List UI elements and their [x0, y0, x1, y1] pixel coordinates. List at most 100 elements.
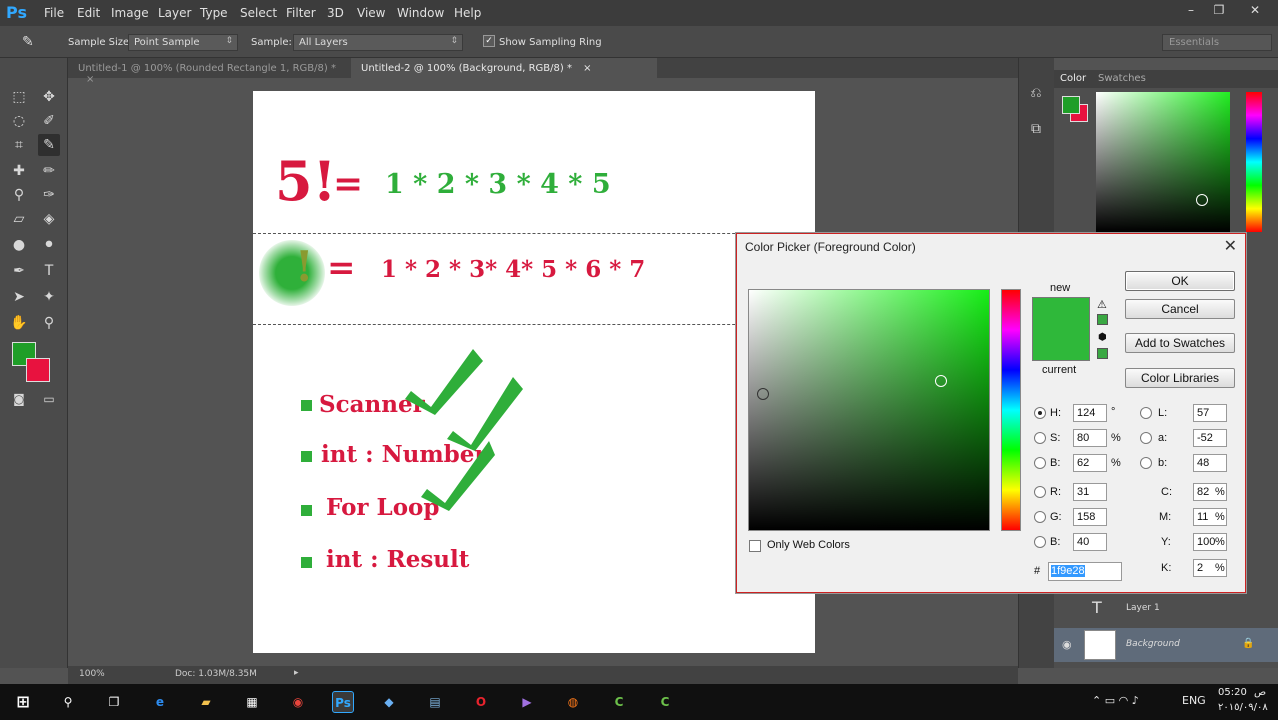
tab-untitled-1[interactable]: Untitled-1 @ 100% (Rounded Rectangle 1, … [68, 58, 351, 85]
close-icon[interactable]: × [86, 74, 94, 85]
ok-button[interactable]: OK [1125, 271, 1235, 291]
close-icon[interactable]: ✕ [1244, 3, 1266, 19]
screen-mode-icon[interactable]: ▭ [38, 388, 60, 410]
media-icon[interactable]: ▶ [516, 691, 538, 713]
menu-layer[interactable]: Layer [158, 6, 191, 20]
web-swatch[interactable] [1097, 348, 1108, 359]
store-icon[interactable]: ▦ [241, 691, 263, 713]
l-field[interactable]: 57 [1193, 404, 1227, 422]
panel-foreground-swatch[interactable] [1062, 96, 1080, 114]
quick-select-icon[interactable]: ✐ [38, 110, 60, 132]
lab-b-field[interactable]: 48 [1193, 454, 1227, 472]
tab-color[interactable]: Color [1060, 73, 1086, 84]
gamut-warning-icon[interactable]: ⚠ [1097, 298, 1107, 311]
lab-b-radio[interactable] [1140, 457, 1152, 469]
show-ring-checkbox[interactable]: ✓ [483, 35, 495, 47]
chrome-icon[interactable]: ◉ [287, 691, 309, 713]
color-libraries-button[interactable]: Color Libraries [1125, 368, 1235, 388]
gamut-swatch[interactable] [1097, 314, 1108, 325]
add-to-swatches-button[interactable]: Add to Swatches [1125, 333, 1235, 353]
a-field[interactable]: -52 [1193, 429, 1227, 447]
windows-start-icon[interactable]: ⊞ [12, 691, 34, 713]
menu-file[interactable]: File [44, 6, 64, 20]
visibility-eye-icon[interactable]: ◉ [1062, 638, 1072, 651]
workspace-select[interactable]: Essentials [1162, 34, 1272, 51]
a-radio[interactable] [1140, 432, 1152, 444]
menu-window[interactable]: Window [397, 6, 444, 20]
menu-help[interactable]: Help [454, 6, 481, 20]
opera-icon[interactable]: O [470, 691, 492, 713]
web-cube-icon[interactable]: ⬢ [1098, 332, 1107, 343]
virtualbox-icon[interactable]: ◆ [378, 691, 400, 713]
hand-icon[interactable]: ✋ [8, 312, 30, 334]
marquee-selection[interactable]: ! = 1 * 2 * 3* 4* 5 * 6 * 7 [253, 233, 815, 325]
marquee-icon[interactable]: ⬚ [8, 86, 30, 108]
color-marker[interactable] [757, 388, 769, 400]
r-field[interactable]: 31 [1073, 483, 1107, 501]
close-icon[interactable]: ✕ [1224, 236, 1237, 256]
type-icon[interactable]: T [38, 260, 60, 282]
rgb-b-radio[interactable] [1034, 536, 1046, 548]
brush-icon[interactable]: ✏ [38, 160, 60, 182]
color-marker[interactable] [1196, 194, 1208, 206]
app-icon[interactable]: ▤ [424, 691, 446, 713]
properties-icon[interactable]: ⧉ [1025, 118, 1047, 140]
sample-select[interactable]: All Layers ⇕ [293, 34, 463, 51]
camtasia-recorder-icon[interactable]: C [654, 691, 676, 713]
menu-3d[interactable]: 3D [327, 6, 344, 20]
h-radio[interactable] [1034, 407, 1046, 419]
restore-icon[interactable]: ❐ [1208, 3, 1230, 19]
blur-icon[interactable]: ● [8, 234, 30, 256]
g-field[interactable]: 158 [1073, 508, 1107, 526]
stamp-icon[interactable]: ⚲ [8, 184, 30, 206]
history-icon[interactable]: ⎌ [1025, 82, 1047, 104]
tab-untitled-2[interactable]: Untitled-2 @ 100% (Background, RGB/8) * … [351, 58, 657, 78]
tab-swatches[interactable]: Swatches [1098, 73, 1146, 84]
paint-bucket-icon[interactable]: ◈ [38, 208, 60, 230]
shape-icon[interactable]: ✦ [38, 286, 60, 308]
clock-time[interactable]: 05:20 [1218, 687, 1247, 698]
b-radio[interactable] [1034, 457, 1046, 469]
r-radio[interactable] [1034, 486, 1046, 498]
move-icon[interactable]: ✥ [38, 86, 60, 108]
eraser-icon[interactable]: ▱ [8, 208, 30, 230]
menu-edit[interactable]: Edit [77, 6, 100, 20]
h-field[interactable]: 124 [1073, 404, 1107, 422]
only-web-colors-checkbox[interactable] [749, 540, 761, 552]
hue-slider[interactable] [1001, 289, 1021, 531]
l-radio[interactable] [1140, 407, 1152, 419]
lasso-icon[interactable]: ◌ [8, 110, 30, 132]
s-radio[interactable] [1034, 432, 1046, 444]
document-canvas[interactable]: 5! = 1 * 2 * 3 * 4 * 5 ! = 1 * 2 * 3* 4*… [253, 91, 815, 653]
cancel-button[interactable]: Cancel [1125, 299, 1235, 319]
play-icon[interactable]: ▸ [294, 668, 299, 678]
task-view-icon[interactable]: ❐ [103, 691, 125, 713]
edge-icon[interactable]: e [149, 691, 171, 713]
dodge-icon[interactable]: ⚫ [38, 234, 60, 256]
search-icon[interactable]: ⚲ [57, 691, 79, 713]
history-brush-icon[interactable]: ✑ [38, 184, 60, 206]
eyedropper-icon[interactable]: ✎ [22, 34, 34, 50]
eyedropper-icon[interactable]: ✎ [38, 134, 60, 156]
rgb-b-field[interactable]: 40 [1073, 533, 1107, 551]
quick-mask-icon[interactable]: ◙ [8, 388, 30, 410]
g-radio[interactable] [1034, 511, 1046, 523]
color-field[interactable] [1096, 92, 1230, 232]
color-marker[interactable] [935, 375, 947, 387]
crop-icon[interactable]: ⌗ [8, 134, 30, 156]
camtasia-icon[interactable]: C [608, 691, 630, 713]
photoshop-icon[interactable]: Ps [332, 691, 354, 713]
layer-row-layer-1[interactable]: T Layer 1 [1054, 592, 1278, 626]
path-select-icon[interactable]: ➤ [8, 286, 30, 308]
layer-row-background[interactable]: ◉ Background 🔒 [1054, 628, 1278, 662]
menu-type[interactable]: Type [200, 6, 228, 20]
language-indicator[interactable]: ENG [1182, 694, 1206, 707]
file-explorer-icon[interactable]: ▰ [195, 691, 217, 713]
menu-filter[interactable]: Filter [286, 6, 316, 20]
menu-image[interactable]: Image [111, 6, 149, 20]
menu-select[interactable]: Select [240, 6, 277, 20]
zoom-icon[interactable]: ⚲ [38, 312, 60, 334]
minimize-icon[interactable]: – [1180, 3, 1202, 19]
background-color-swatch[interactable] [26, 358, 50, 382]
healing-icon[interactable]: ✚ [8, 160, 30, 182]
